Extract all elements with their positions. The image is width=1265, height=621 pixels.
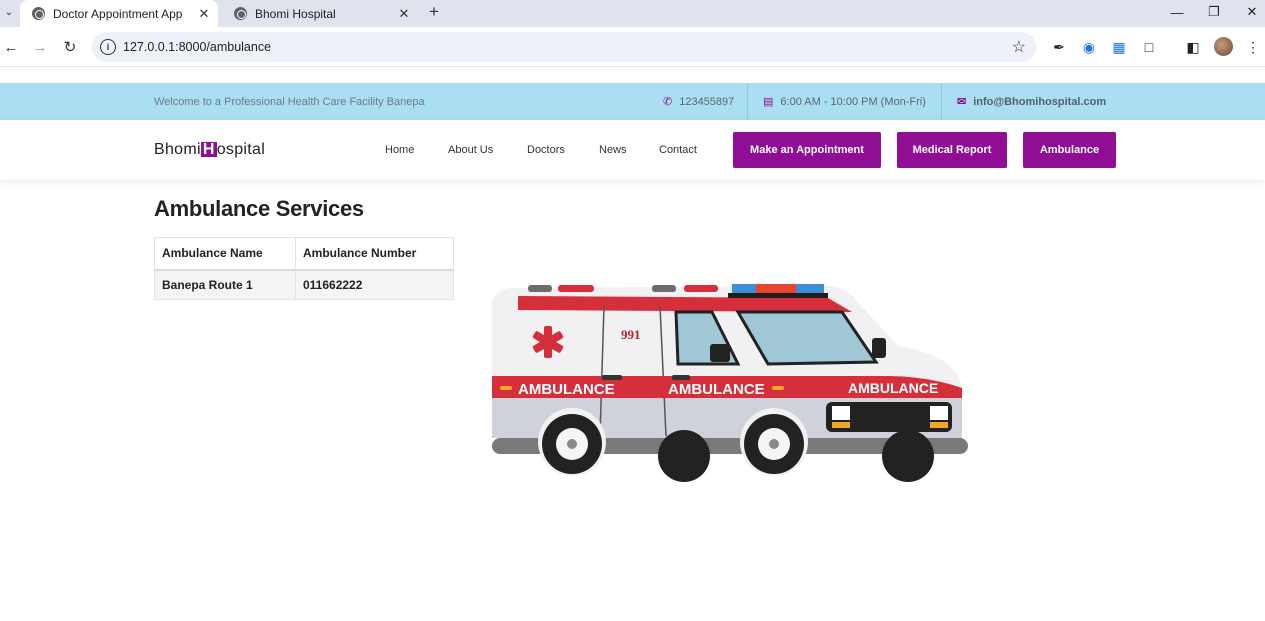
email-address[interactable]: info@Bhomihospital.com <box>973 96 1106 108</box>
close-window-icon[interactable]: ✕ <box>1242 2 1262 22</box>
roof-light <box>528 285 552 292</box>
front-mirror <box>872 338 886 358</box>
headlight <box>930 406 948 420</box>
ambulance-button[interactable]: Ambulance <box>1023 132 1116 168</box>
column-header-number: Ambulance Number <box>295 237 454 271</box>
phone-info: ✆ 123455897 <box>663 83 734 120</box>
camera-extension-icon[interactable]: ◉ <box>1079 37 1099 57</box>
roof-light <box>558 285 594 292</box>
door-handle <box>602 375 622 380</box>
wheel <box>658 430 710 482</box>
forward-icon[interactable]: → <box>29 36 51 58</box>
make-appointment-button[interactable]: Make an Appointment <box>733 132 881 168</box>
more-menu-icon[interactable]: ⋮ <box>1243 37 1263 57</box>
close-tab-icon[interactable]: ✕ <box>396 6 412 22</box>
phone-icon: ✆ <box>663 96 673 108</box>
column-header-name: Ambulance Name <box>154 237 296 271</box>
medical-report-button[interactable]: Medical Report <box>897 132 1007 168</box>
mail-icon: ✉ <box>957 96 967 108</box>
eyedropper-extension-icon[interactable]: ✒ <box>1049 37 1069 57</box>
nav-doctors[interactable]: Doctors <box>527 144 565 156</box>
browser-tab[interactable]: Bhomi Hospital ✕ <box>222 0 418 27</box>
close-tab-icon[interactable]: ✕ <box>196 6 212 22</box>
siren-base <box>728 293 828 298</box>
nav-home[interactable]: Home <box>385 144 414 156</box>
browser-toolbar: ← → ↻ i 127.0.0.1:8000/ambulance ☆ ✒ ◉ ▦… <box>0 27 1265 67</box>
ambulance-label-front: AMBULANCE <box>848 380 938 396</box>
extensions-puzzle-icon[interactable]: □ <box>1139 37 1159 57</box>
ambulance-label-middle: AMBULANCE <box>668 381 765 398</box>
table-header-row: Ambulance Name Ambulance Number <box>154 237 454 271</box>
restore-icon[interactable]: ❐ <box>1204 2 1224 22</box>
roof-light <box>652 285 676 292</box>
ambulance-illustration: AMBULANCE AMBULANCE AMBULANCE 991 <box>492 284 968 482</box>
roof-light <box>684 285 718 292</box>
logo-text-prefix: Bhomi <box>154 141 201 158</box>
translate-extension-icon[interactable]: ▦ <box>1109 37 1129 57</box>
globe-icon <box>32 7 45 20</box>
welcome-text: Welcome to a Professional Health Care Fa… <box>154 96 425 108</box>
globe-icon <box>234 7 247 20</box>
email-info[interactable]: ✉ info@Bhomihospital.com <box>957 83 1106 120</box>
wheel <box>740 408 808 476</box>
indicator-light <box>832 422 850 428</box>
address-bar[interactable]: i 127.0.0.1:8000/ambulance ☆ <box>92 32 1036 62</box>
door-handle <box>672 375 690 380</box>
minimize-icon[interactable]: — <box>1167 2 1187 22</box>
siren-bar-red <box>756 284 796 294</box>
side-mirror <box>710 344 730 362</box>
phone-number: 123455897 <box>679 95 735 108</box>
page-title: Ambulance Services <box>154 196 364 221</box>
ambulance-table: Ambulance Name Ambulance Number Banepa R… <box>154 237 454 300</box>
ambulance-number-cell: 011662222 <box>295 269 454 300</box>
bookmark-star-icon[interactable]: ☆ <box>1012 37 1026 57</box>
calendar-icon: ▤ <box>763 96 774 108</box>
logo-mark: H <box>200 141 217 158</box>
wheel <box>882 430 934 482</box>
ambulance-name-cell: Banepa Route 1 <box>154 269 296 300</box>
side-marker <box>500 386 512 390</box>
back-icon[interactable]: ← <box>0 36 22 58</box>
headlight <box>832 406 850 420</box>
ambulance-label-rear: AMBULANCE <box>518 381 615 398</box>
site-header: Bhomi Hospital Home About Us Doctors News… <box>0 120 1265 180</box>
divider <box>747 83 748 120</box>
logo-text-suffix: ospital <box>216 141 266 158</box>
nav-contact[interactable]: Contact <box>659 144 697 156</box>
side-panel-icon[interactable]: ◧ <box>1183 37 1203 57</box>
nav-about-us[interactable]: About Us <box>448 144 493 156</box>
emergency-number: 991 <box>621 327 641 342</box>
opening-hours: 6:00 AM - 10:00 PM (Mon-Fri) <box>780 95 926 108</box>
roof-stripe <box>518 296 852 312</box>
wheel <box>538 408 606 476</box>
table-row: Banepa Route 1 011662222 <box>154 269 454 300</box>
hours-info: ▤ 6:00 AM - 10:00 PM (Mon-Fri) <box>763 83 926 120</box>
tab-title: Bhomi Hospital <box>255 6 336 21</box>
side-marker <box>772 386 784 390</box>
url-text[interactable]: 127.0.0.1:8000/ambulance <box>123 40 271 54</box>
divider <box>941 83 942 120</box>
site-info-bar: Welcome to a Professional Health Care Fa… <box>0 83 1265 120</box>
indicator-light <box>930 422 948 428</box>
nav-news[interactable]: News <box>599 144 627 156</box>
reload-icon[interactable]: ↻ <box>59 36 81 58</box>
tab-search-chevron-icon[interactable]: ⌄ <box>0 0 18 24</box>
profile-avatar[interactable] <box>1214 37 1233 56</box>
new-tab-icon[interactable]: + <box>424 2 444 22</box>
browser-tab-strip: ⌄ Doctor Appointment App ✕ Bhomi Hospita… <box>0 0 1265 27</box>
site-logo[interactable]: Bhomi Hospital <box>154 141 265 159</box>
site-info-icon[interactable]: i <box>100 39 116 55</box>
browser-tab-active[interactable]: Doctor Appointment App ✕ <box>20 0 218 27</box>
tab-title: Doctor Appointment App <box>53 6 183 21</box>
